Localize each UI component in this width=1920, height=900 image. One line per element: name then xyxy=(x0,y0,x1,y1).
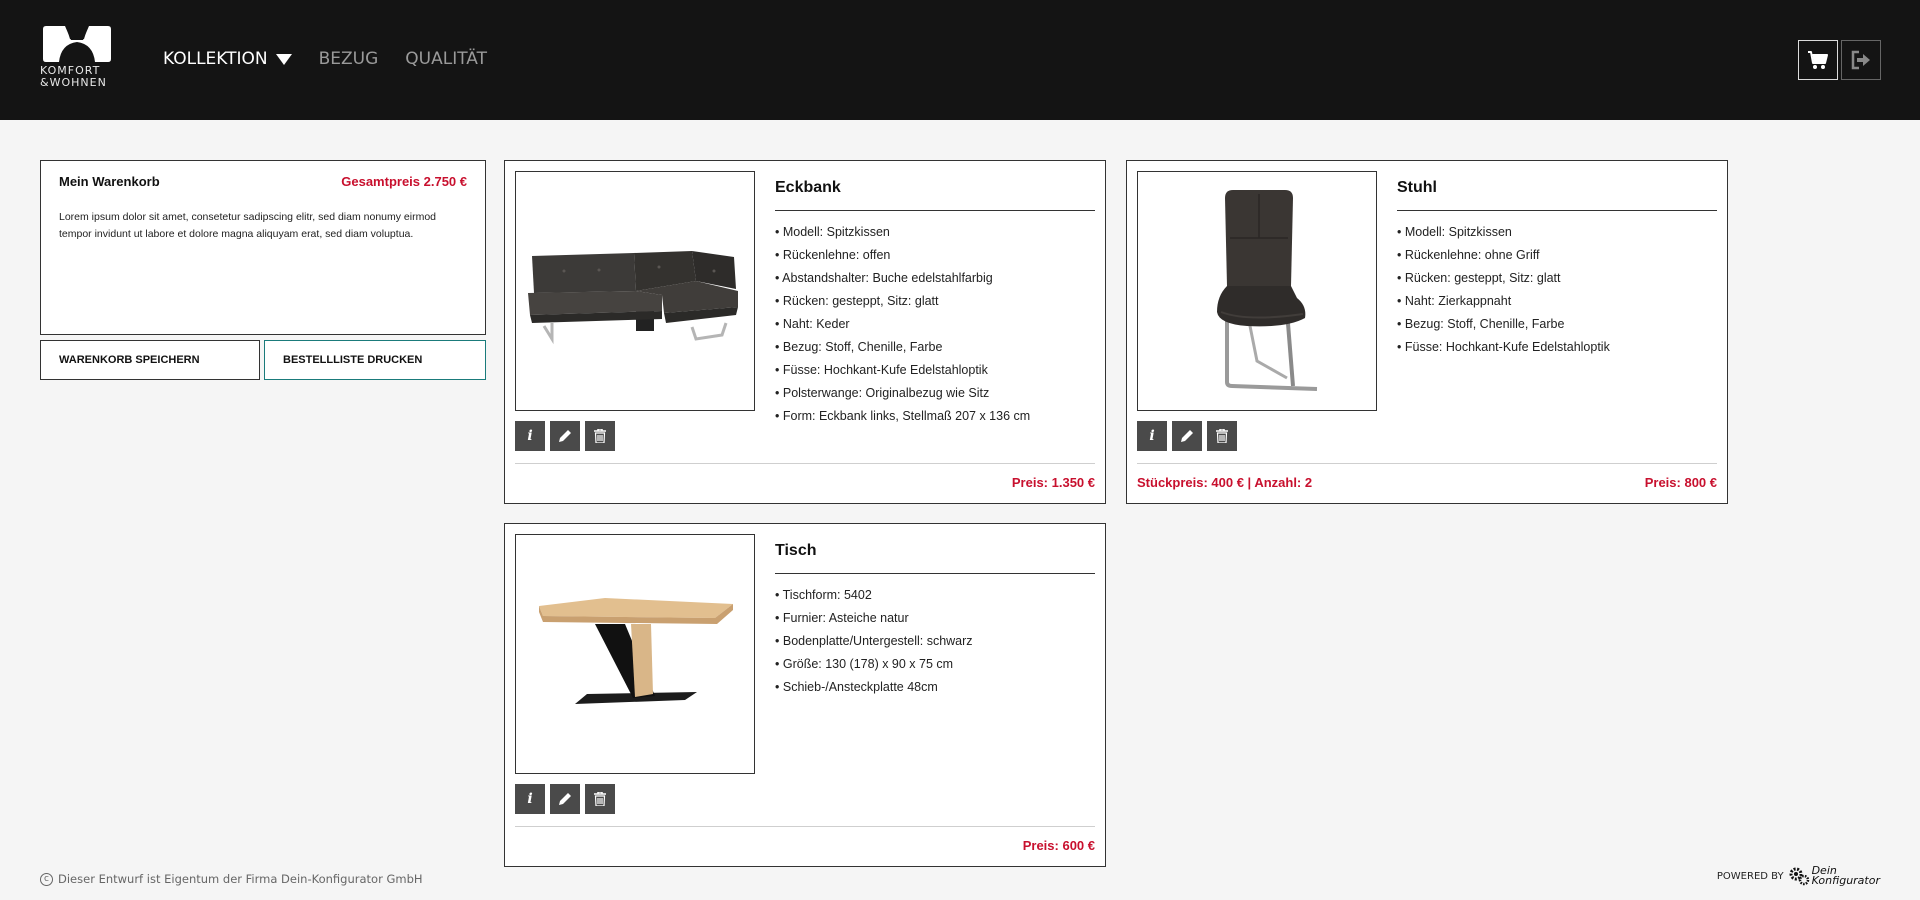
powered-by-label: POWERED BY xyxy=(1716,870,1784,882)
brand-logo[interactable]: KOMFORT &WOHNEN xyxy=(40,26,116,94)
card-divider xyxy=(515,826,1095,827)
info-icon: i xyxy=(1149,428,1155,444)
product-price: Preis: 800 € xyxy=(1644,475,1717,490)
logo-text-line2: &WOHNEN xyxy=(40,76,107,89)
edit-button[interactable] xyxy=(1172,421,1202,451)
trash-icon xyxy=(1216,429,1228,443)
info-button[interactable]: i xyxy=(515,784,545,814)
spec-item: Bezug: Stoff, Chenille, Farbe xyxy=(1397,313,1610,336)
product-actions: i xyxy=(515,784,620,814)
brand-line2: Konfigurator xyxy=(1811,874,1880,887)
card-divider xyxy=(515,463,1095,464)
cart-button[interactable] xyxy=(1798,40,1838,80)
pencil-icon xyxy=(559,430,571,442)
logout-button[interactable] xyxy=(1841,40,1881,80)
spec-item: Rückenlehne: offen xyxy=(775,244,1030,267)
spec-item: Modell: Spitzkissen xyxy=(775,221,1030,244)
product-actions: i xyxy=(1137,421,1242,451)
table-image xyxy=(539,598,733,704)
nav-item-qualitaet[interactable]: QUALITÄT xyxy=(405,49,487,69)
spec-item: Form: Eckbank links, Stellmaß 207 x 136 … xyxy=(775,405,1030,428)
title-divider xyxy=(775,210,1095,211)
product-image-tisch xyxy=(515,534,755,774)
product-name: Stuhl xyxy=(1397,179,1437,196)
product-card-eckbank: Eckbank Modell: Spitzkissen Rückenlehne:… xyxy=(504,160,1106,504)
info-button[interactable]: i xyxy=(1137,421,1167,451)
card-divider xyxy=(1137,463,1717,464)
copyright-text: Dieser Entwurf ist Eigentum der Firma De… xyxy=(58,872,423,886)
gear-icon xyxy=(1789,867,1809,886)
top-navigation-bar: KOMFORT &WOHNEN KOLLEKTION BEZUG QUALITÄ… xyxy=(0,0,1920,120)
spec-item: Größe: 130 (178) x 90 x 75 cm xyxy=(775,653,973,676)
logo-mark-icon xyxy=(43,26,111,62)
caret-down-icon xyxy=(275,53,292,65)
copyright-icon: c xyxy=(40,872,53,886)
edit-button[interactable] xyxy=(550,421,580,451)
spec-item: Rücken: gesteppt, Sitz: glatt xyxy=(1397,267,1610,290)
product-card-tisch: Tisch Tischform: 5402 Furnier: Asteiche … xyxy=(504,523,1106,867)
print-order-list-button[interactable]: BESTELLLISTE DRUCKEN xyxy=(264,340,486,380)
chair-image xyxy=(1217,190,1318,391)
product-specs-list: Tischform: 5402 Furnier: Asteiche natur … xyxy=(775,584,973,699)
footer-powered-by[interactable]: POWERED BY Dein Konfigurator xyxy=(1716,865,1880,887)
spec-item: Füsse: Hochkant-Kufe Edelstahloptik xyxy=(775,359,1030,382)
info-icon: i xyxy=(527,791,533,807)
footer-copyright: c Dieser Entwurf ist Eigentum der Firma … xyxy=(40,872,423,886)
spec-item: Bezug: Stoff, Chenille, Farbe xyxy=(775,336,1030,359)
nav-item-bezug[interactable]: BEZUG xyxy=(319,49,379,69)
nav-item-label: KOLLEKTION xyxy=(163,49,268,69)
spec-item: Füsse: Hochkant-Kufe Edelstahloptik xyxy=(1397,336,1610,359)
product-specs-list: Modell: Spitzkissen Rückenlehne: offen A… xyxy=(775,221,1030,428)
product-price: Preis: 1.350 € xyxy=(1011,475,1095,490)
product-name: Eckbank xyxy=(775,179,841,196)
product-price: Preis: 600 € xyxy=(1022,838,1095,853)
corner-bench-image xyxy=(528,251,738,345)
title-divider xyxy=(775,573,1095,574)
title-divider xyxy=(1397,210,1717,211)
spec-item: Polsterwange: Originalbezug wie Sitz xyxy=(775,382,1030,405)
delete-button[interactable] xyxy=(585,421,615,451)
cart-description: Lorem ipsum dolor sit amet, consetetur s… xyxy=(59,211,437,240)
unit-price-quantity: Stückpreis: 400 € | Anzahl: 2 xyxy=(1137,475,1313,490)
save-cart-button[interactable]: WARENKORB SPEICHERN xyxy=(40,340,260,380)
info-button[interactable]: i xyxy=(515,421,545,451)
pencil-icon xyxy=(559,793,571,805)
main-nav: KOLLEKTION BEZUG QUALITÄT xyxy=(163,49,514,69)
product-name: Tisch xyxy=(775,542,817,559)
delete-button[interactable] xyxy=(1207,421,1237,451)
spec-item: Bodenplatte/Untergestell: schwarz xyxy=(775,630,973,653)
sign-out-icon xyxy=(1851,50,1870,70)
product-image-stuhl xyxy=(1137,171,1377,411)
shopping-cart-icon xyxy=(1808,51,1828,69)
spec-item: Tischform: 5402 xyxy=(775,584,973,607)
spec-item: Schieb-/Ansteckplatte 48cm xyxy=(775,676,973,699)
pencil-icon xyxy=(1181,430,1193,442)
konfigurator-logo: Dein Konfigurator xyxy=(1811,865,1880,887)
spec-item: Modell: Spitzkissen xyxy=(1397,221,1610,244)
spec-item: Abstandshalter: Buche edelstahlfarbig xyxy=(775,267,1030,290)
product-actions: i xyxy=(515,421,620,451)
trash-icon xyxy=(594,429,606,443)
product-card-stuhl: Stuhl Modell: Spitzkissen Rückenlehne: o… xyxy=(1126,160,1728,504)
edit-button[interactable] xyxy=(550,784,580,814)
trash-icon xyxy=(594,792,606,806)
cart-total-price: Gesamtpreis 2.750 € xyxy=(341,174,467,189)
spec-item: Naht: Keder xyxy=(775,313,1030,336)
cart-summary-panel: Mein Warenkorb Gesamtpreis 2.750 € Lorem… xyxy=(40,160,486,335)
nav-item-kollektion[interactable]: KOLLEKTION xyxy=(163,49,292,69)
product-image-eckbank xyxy=(515,171,755,411)
nav-item-label: QUALITÄT xyxy=(405,49,487,69)
spec-item: Rücken: gesteppt, Sitz: glatt xyxy=(775,290,1030,313)
info-icon: i xyxy=(527,428,533,444)
spec-item: Furnier: Asteiche natur xyxy=(775,607,973,630)
product-specs-list: Modell: Spitzkissen Rückenlehne: ohne Gr… xyxy=(1397,221,1610,359)
spec-item: Rückenlehne: ohne Griff xyxy=(1397,244,1610,267)
spec-item: Naht: Zierkappnaht xyxy=(1397,290,1610,313)
nav-item-label: BEZUG xyxy=(318,49,379,69)
delete-button[interactable] xyxy=(585,784,615,814)
cart-title: Mein Warenkorb xyxy=(59,174,160,189)
